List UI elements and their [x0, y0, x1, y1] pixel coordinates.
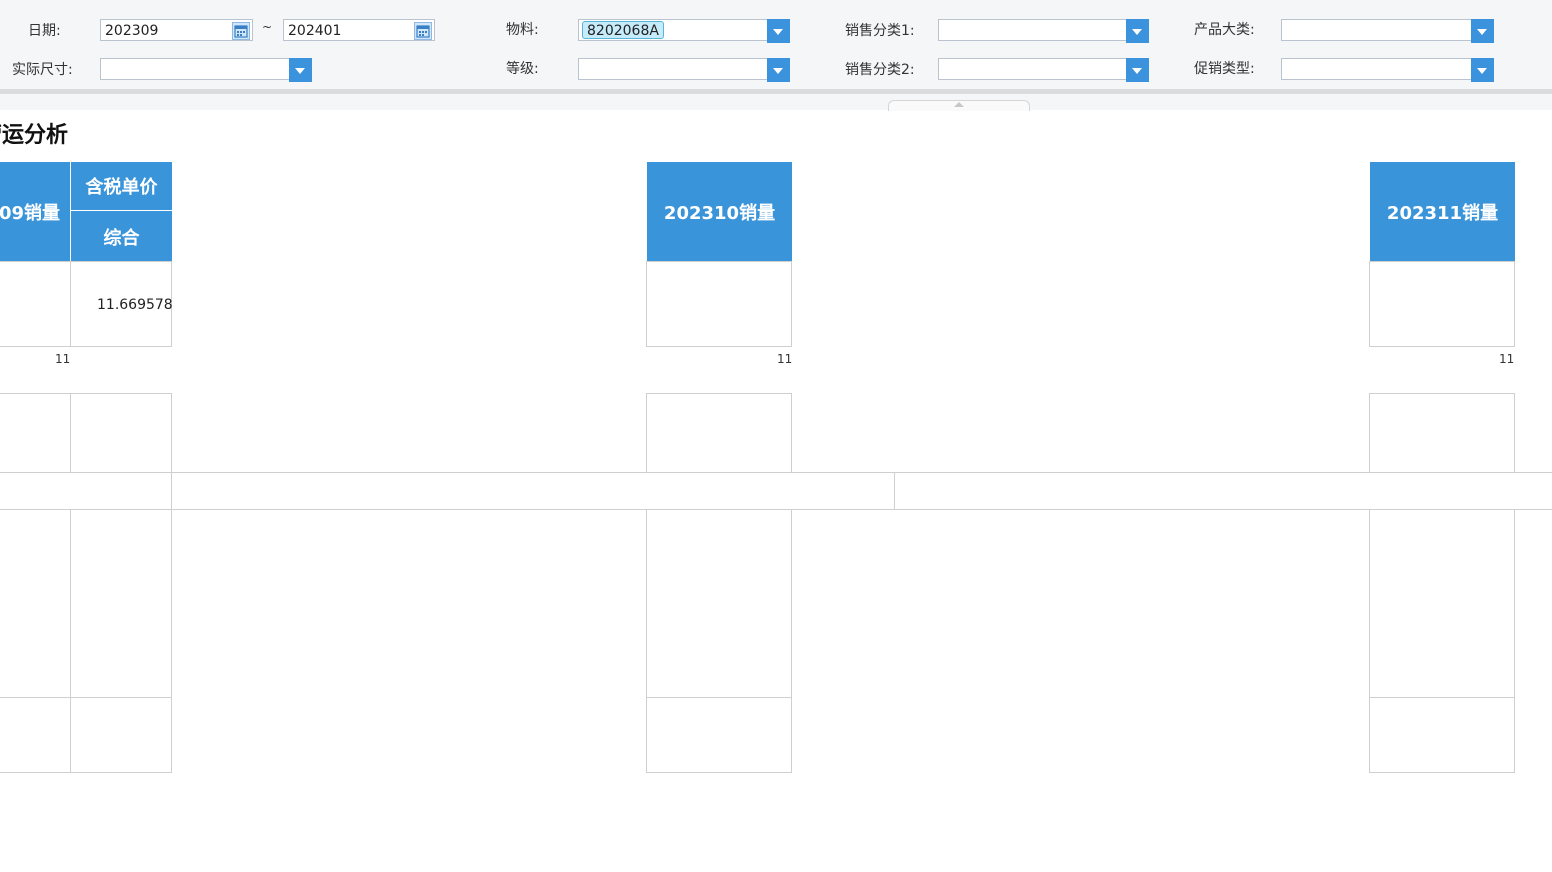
material-tag[interactable]: 8202068A	[582, 21, 664, 39]
chevron-down-icon[interactable]	[767, 19, 790, 43]
sales-category2-select[interactable]	[938, 58, 1149, 82]
collapse-arrow-icon	[954, 102, 964, 107]
chevron-down-icon[interactable]	[289, 58, 312, 82]
grade-label: 等级:	[506, 61, 539, 77]
cell-block4-d	[1369, 697, 1515, 773]
sales-category1-label: 销售分类1:	[845, 23, 915, 39]
cell-block2-c	[646, 393, 792, 473]
cell-unit-price-row1: 11.669578	[70, 261, 173, 347]
product-category-select[interactable]	[1281, 19, 1494, 43]
cell-block3-d	[1369, 509, 1515, 698]
product-category-label: 产品大类:	[1194, 22, 1255, 38]
collapse-filter-handle[interactable]	[888, 100, 1030, 111]
header-unit-price: 含税单价	[71, 162, 172, 211]
band-top-line	[0, 472, 1552, 473]
actual-size-label: 实际尺寸:	[12, 62, 73, 78]
header-unit-price-overall: 综合	[71, 211, 172, 262]
unit-price-value: 11.669578	[97, 297, 173, 313]
promo-type-label: 促销类型:	[1194, 61, 1255, 77]
chevron-down-icon[interactable]	[767, 58, 790, 82]
promo-type-select[interactable]	[1281, 58, 1494, 82]
cell-202311-sales-row1	[1369, 261, 1515, 347]
header-202309-sales: 202309销量	[0, 162, 71, 262]
date-to-input[interactable]: 202401	[283, 19, 435, 41]
cell-202310-sales-row1	[646, 261, 792, 347]
date-from-input[interactable]: 202309	[100, 19, 253, 41]
band-divider	[894, 472, 895, 510]
actual-size-select[interactable]	[100, 58, 312, 82]
date-to-value: 202401	[288, 23, 342, 39]
calendar-icon[interactable]	[414, 22, 432, 40]
report-title: 营运分析	[0, 123, 69, 148]
header-202311-sales: 202311销量	[1370, 162, 1515, 262]
cell-block3-b	[70, 509, 172, 698]
calendar-icon[interactable]	[232, 22, 250, 40]
cell-block3-c	[646, 509, 792, 698]
page-marker: 11	[55, 352, 71, 366]
chevron-down-icon[interactable]	[1126, 58, 1149, 82]
grade-select[interactable]	[578, 58, 790, 82]
cell-block2-a	[0, 393, 71, 473]
date-range-separator: ~	[262, 20, 273, 34]
cell-block4-c	[646, 697, 792, 773]
page-marker: 11	[777, 352, 793, 366]
chevron-down-icon[interactable]	[1471, 58, 1494, 82]
material-select[interactable]: 8202068A	[578, 19, 790, 43]
date-from-value: 202309	[105, 23, 159, 39]
cell-block2-b	[70, 393, 172, 473]
cell-block3-a	[0, 509, 71, 698]
header-202309-sales-text: 202309销量	[0, 203, 60, 224]
page-marker: 11	[1499, 352, 1515, 366]
sales-category2-label: 销售分类2:	[845, 62, 915, 78]
cell-block4-b	[70, 697, 172, 773]
band-divider	[171, 472, 172, 510]
cell-202309-sales-row1	[0, 261, 71, 347]
header-202310-sales: 202310销量	[647, 162, 792, 262]
date-label: 日期:	[28, 23, 61, 39]
cell-block4-a	[0, 697, 71, 773]
cell-block2-d	[1369, 393, 1515, 473]
sales-category1-select[interactable]	[938, 19, 1149, 43]
chevron-down-icon[interactable]	[1471, 19, 1494, 43]
chevron-down-icon[interactable]	[1126, 19, 1149, 43]
material-label: 物料:	[506, 22, 539, 38]
filter-subbar	[0, 94, 1552, 110]
